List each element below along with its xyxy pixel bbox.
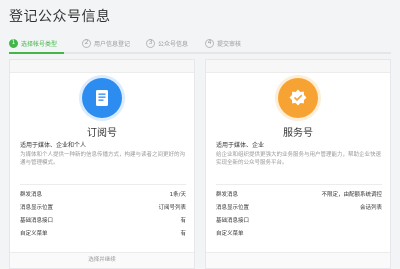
feature-row: 群发消息 1条/天 xyxy=(20,190,186,202)
feature-row: 基础消息接口 xyxy=(216,216,382,228)
feature-value: 会话列表 xyxy=(359,205,382,211)
step-4: 4 提交审核 xyxy=(205,36,241,50)
divider xyxy=(216,184,382,185)
page-title: 登记公众号信息 xyxy=(9,9,111,25)
feature-row: 自定义菜单 xyxy=(216,229,382,241)
step-number: 4 xyxy=(205,38,214,48)
feature-value: 不限定，由配额系统调控 xyxy=(321,192,382,198)
feature-value: 有 xyxy=(180,231,186,237)
card-title: 服务号 xyxy=(283,128,313,139)
feature-row: 消息显示位置 会话列表 xyxy=(216,203,382,215)
step-label: 用户信息登记 xyxy=(94,40,131,48)
step-1: 1 选择帐号类型 xyxy=(9,36,57,50)
divider xyxy=(20,184,186,185)
feature-value: 有 xyxy=(180,218,186,224)
feature-row: 群发消息 不限定，由配额系统调控 xyxy=(216,190,382,202)
step-label: 公众号信息 xyxy=(158,40,189,48)
feature-key: 群发消息 xyxy=(20,192,43,198)
card-description: 给企业和组织提供更强大的业务服务与用户管理能力，帮助企业快速实现全新的公众号服务… xyxy=(216,152,382,166)
card-description: 为媒体和个人提供一种新的信息传播方式，构建与读者之间更好的沟通与管理模式。 xyxy=(20,152,186,166)
select-and-continue-button[interactable] xyxy=(206,252,390,268)
step-number: 2 xyxy=(82,38,91,48)
feature-key: 自定义菜单 xyxy=(20,231,48,237)
document-icon xyxy=(82,78,122,118)
feature-row: 基础消息接口 有 xyxy=(20,216,186,228)
feature-key: 消息显示位置 xyxy=(20,205,54,211)
select-and-continue-button[interactable]: 选择并继续 xyxy=(10,252,194,268)
step-label: 选择帐号类型 xyxy=(21,40,58,48)
card-header xyxy=(206,60,390,73)
step-number: 3 xyxy=(146,38,155,48)
step-indicator: 1 选择帐号类型 2 用户信息登记 3 公众号信息 4 提交审核 xyxy=(9,36,391,50)
feature-row: 消息显示位置 订阅号列表 xyxy=(20,203,186,215)
step-3: 3 公众号信息 xyxy=(146,36,188,50)
card-subtitle: 适用于媒体、企业 xyxy=(216,142,265,149)
card-subtitle: 适用于媒体、企业和个人 xyxy=(20,142,87,149)
feature-key: 基础消息接口 xyxy=(20,218,54,224)
card-title: 订阅号 xyxy=(87,128,117,139)
badge-check-icon xyxy=(278,78,318,118)
feature-value: 订阅号列表 xyxy=(158,205,186,211)
feature-value: 1条/天 xyxy=(169,192,186,198)
subscription-account-card[interactable]: 订阅号 适用于媒体、企业和个人 为媒体和个人提供一种新的信息传播方式，构建与读者… xyxy=(9,59,195,269)
feature-key: 群发消息 xyxy=(216,192,239,198)
card-header xyxy=(10,60,194,73)
step-progress-fill xyxy=(9,52,64,54)
feature-key: 自定义菜单 xyxy=(216,231,244,237)
step-progress-bar xyxy=(9,52,391,54)
feature-key: 消息显示位置 xyxy=(216,205,250,211)
feature-row: 自定义菜单 有 xyxy=(20,229,186,241)
step-2: 2 用户信息登记 xyxy=(82,36,130,50)
step-label: 提交审核 xyxy=(217,40,242,48)
feature-key: 基础消息接口 xyxy=(216,218,250,224)
service-account-card[interactable]: 服务号 适用于媒体、企业 给企业和组织提供更强大的业务服务与用户管理能力，帮助企… xyxy=(205,59,391,269)
step-number: 1 xyxy=(9,38,18,48)
